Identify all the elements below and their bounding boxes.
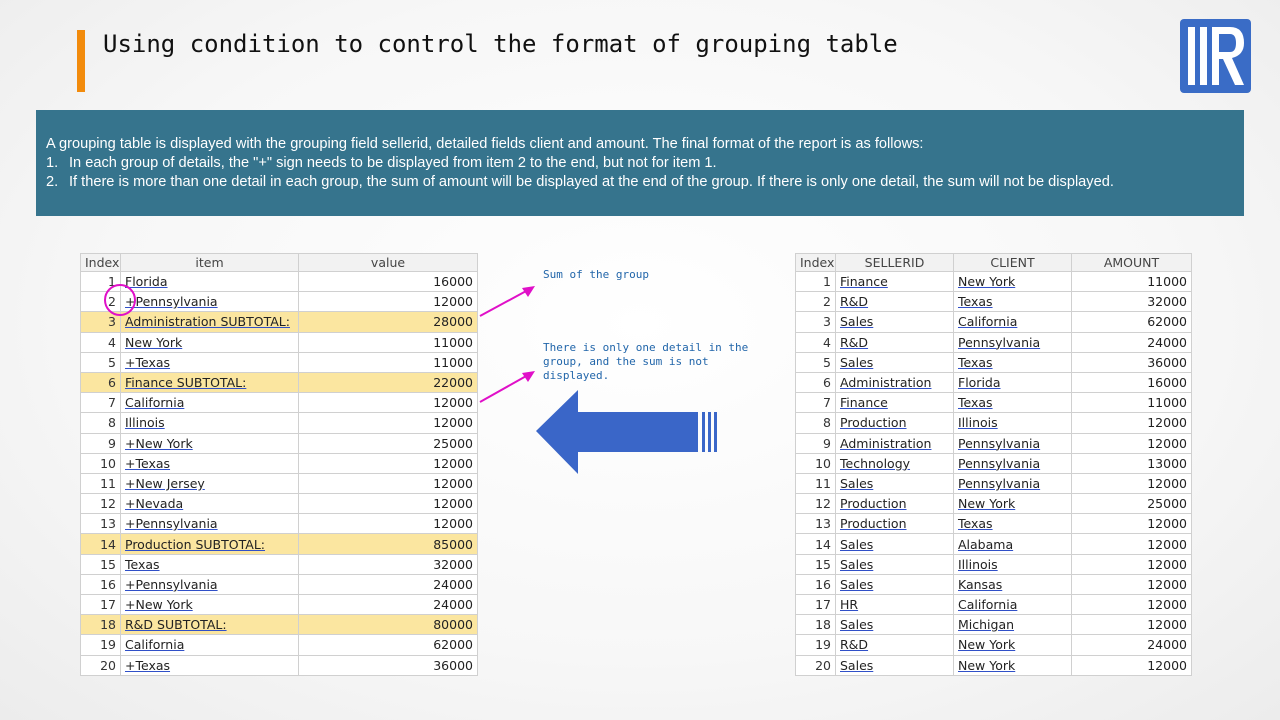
annotation-graphics: [479, 286, 717, 474]
magenta-arrow-to-single-detail: [479, 371, 535, 403]
big-left-arrow-icon: [536, 390, 717, 474]
magenta-arrow-to-subtotal: [479, 286, 535, 317]
